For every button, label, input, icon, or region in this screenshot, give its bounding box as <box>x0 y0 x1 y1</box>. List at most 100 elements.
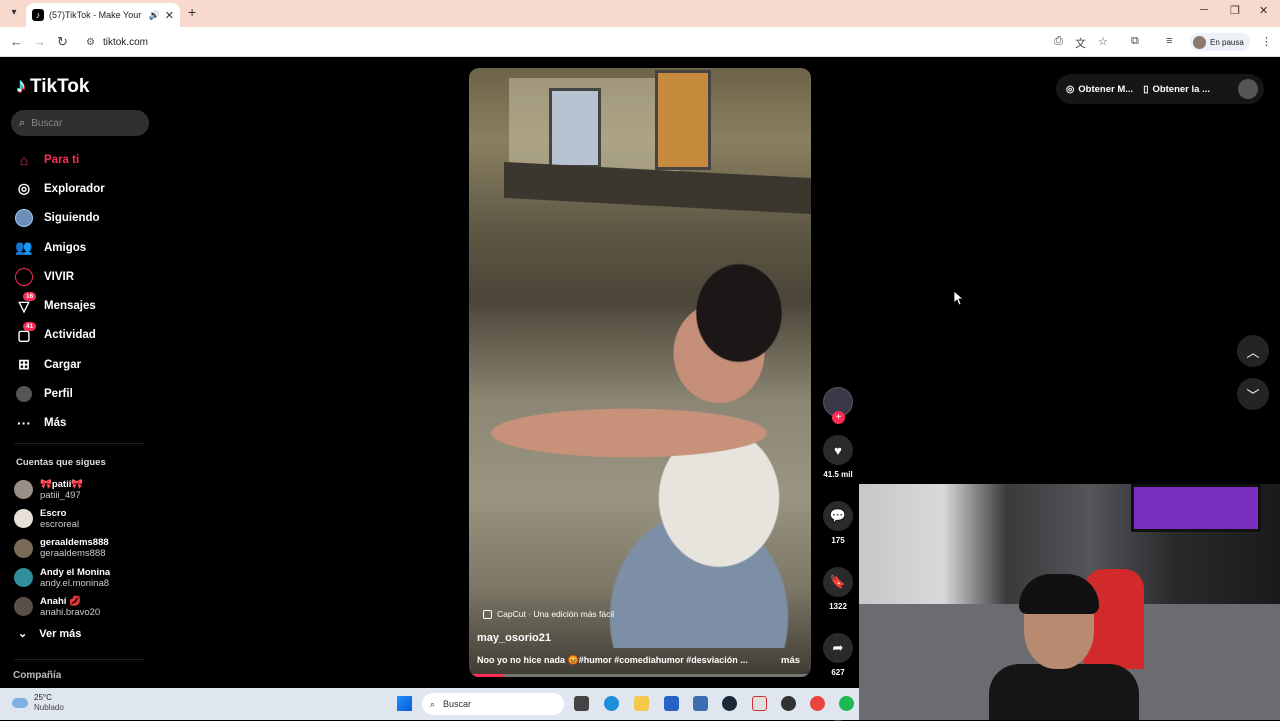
translate-icon[interactable]: 文 <box>1075 35 1086 51</box>
webcam-tv <box>1131 484 1261 532</box>
account-item[interactable]: Escro escroreal <box>14 504 110 533</box>
account-name: geraaldems888 <box>40 537 109 549</box>
logo-text: TikTok <box>30 75 90 97</box>
extensions-icon[interactable]: ⧉ <box>1131 35 1139 48</box>
nav-item-activity[interactable]: ▢ 41 Actividad <box>14 321 105 350</box>
tiktok-logo[interactable]: ♪ TikTok <box>16 75 89 98</box>
account-item[interactable]: Andy el Monina andy.el.monina8 <box>14 563 110 592</box>
browser-menu-icon[interactable]: ⋮ <box>1261 35 1272 48</box>
profile-avatar <box>1193 35 1206 49</box>
capcut-label: CapCut · Una edición más fácil <box>497 609 615 619</box>
avatar <box>14 568 33 588</box>
mouse-cursor-icon <box>954 291 964 305</box>
restore-icon[interactable]: ❐ <box>1230 4 1240 17</box>
back-icon[interactable]: ← <box>10 34 23 49</box>
see-more-button[interactable]: ⌄ Ver más <box>18 627 81 641</box>
account-handle: anahi.bravo20 <box>40 606 101 618</box>
like-button[interactable]: ♥ <box>823 435 853 465</box>
obs-icon[interactable] <box>781 696 796 711</box>
nav-item-for-you[interactable]: ⌂ Para ti <box>14 145 105 174</box>
forward-icon[interactable]: → <box>33 34 46 49</box>
nav-item-live[interactable]: VIVIR <box>14 262 105 291</box>
search-input[interactable] <box>31 117 132 129</box>
chevron-up-icon: ︿ <box>1246 344 1260 360</box>
comment-button[interactable]: 💬 <box>823 501 853 531</box>
share-icon: ➦ <box>832 640 844 655</box>
edge-icon[interactable] <box>604 696 619 711</box>
get-coins-button[interactable]: ◎ Obtener M... <box>1066 84 1133 95</box>
profile-button[interactable]: En pausa <box>1190 33 1250 51</box>
steam-icon[interactable] <box>722 696 737 711</box>
get-app-button[interactable]: ▯ Obtener la ... <box>1143 84 1210 95</box>
next-video-button[interactable]: ﹀ <box>1237 378 1269 410</box>
outlook-icon[interactable] <box>693 696 708 711</box>
install-app-icon[interactable]: ⎙ <box>1054 35 1063 48</box>
video-player[interactable]: CapCut · Una edición más fácil may_osori… <box>469 68 811 677</box>
heart-icon: ♥ <box>834 442 842 458</box>
company-link[interactable]: Compañía <box>13 670 61 681</box>
caption-more-button[interactable]: más <box>781 655 800 666</box>
video-progress-bar[interactable] <box>469 674 811 677</box>
nav-item-upload[interactable]: ⊞ Cargar <box>14 350 105 379</box>
minimize-icon[interactable]: ─ <box>1200 4 1208 16</box>
bookmark-star-icon[interactable]: ☆ <box>1098 35 1108 48</box>
get-app-label: Obtener la ... <box>1152 83 1210 95</box>
capcut-tag[interactable]: CapCut · Una edición más fácil <box>483 609 614 619</box>
account-name: Andy el Monina <box>40 566 111 578</box>
video-person <box>469 218 811 648</box>
video-username[interactable]: may_osorio21 <box>477 632 551 644</box>
nav-item-more[interactable]: ··· Más <box>14 409 105 438</box>
video-roof <box>504 161 811 215</box>
previous-video-button[interactable]: ︿ <box>1237 335 1269 367</box>
account-handle: geraaldems888 <box>40 548 106 560</box>
chrome-icon[interactable] <box>810 696 825 711</box>
webcam-overlay <box>859 484 1280 720</box>
share-button[interactable]: ➦ <box>823 633 853 663</box>
store-icon[interactable] <box>664 696 679 711</box>
account-item[interactable]: 🎀patii🎀 patiii_497 <box>14 475 110 504</box>
speaker-icon[interactable]: 🔊 <box>149 10 160 21</box>
taskbar-search[interactable]: ⌕ Buscar <box>422 693 564 715</box>
weather-widget[interactable]: 25°C Nublado <box>12 693 64 713</box>
site-info-icon[interactable]: ⚙ <box>86 37 95 48</box>
nav-label: Explorador <box>44 182 105 195</box>
live-icon <box>14 267 34 287</box>
save-button[interactable]: 🔖 <box>823 567 853 597</box>
avatar <box>14 480 33 500</box>
comment-count: 175 <box>831 536 845 545</box>
windows-start-icon[interactable] <box>397 696 412 711</box>
snipping-tool-icon[interactable] <box>752 696 767 711</box>
nav-item-profile[interactable]: Perfil <box>14 379 105 408</box>
nav-item-following[interactable]: Siguiendo <box>14 204 105 233</box>
creator-avatar[interactable]: + <box>823 387 853 424</box>
account-item[interactable]: Anahí 💋 anahi.bravo20 <box>14 592 110 621</box>
account-name: 🎀patii🎀 <box>40 478 84 490</box>
taskbar-search-placeholder: Buscar <box>443 699 472 709</box>
omnibox[interactable]: ⚙ tiktok.com <box>80 31 1110 53</box>
user-avatar[interactable] <box>1238 79 1258 99</box>
following-accounts-list: 🎀patii🎀 patiii_497 Escro escroreal geraald… <box>14 475 110 621</box>
reload-icon[interactable]: ↻ <box>57 34 68 50</box>
new-tab-button[interactable]: + <box>188 4 196 20</box>
tab-search-icon[interactable]: ▾ <box>6 5 22 21</box>
account-item[interactable]: geraaldems888 geraaldems888 <box>14 534 110 563</box>
search-box[interactable]: ⌕ <box>11 110 149 136</box>
home-icon: ⌂ <box>19 151 29 168</box>
video-actions: + ♥ 41.5 mil 💬 175 🔖 1322 ➦ 627 <box>818 387 858 721</box>
nav-label: VIVIR <box>44 270 75 283</box>
avatar <box>14 509 33 529</box>
file-explorer-icon[interactable] <box>634 696 649 711</box>
browser-tab[interactable]: ♪ (57)TikTok - Make Your Day 🔊 ✕ <box>26 3 180 27</box>
tab-close-icon[interactable]: ✕ <box>165 9 174 22</box>
media-control-icon[interactable]: ≡ <box>1166 35 1172 47</box>
window-close-icon[interactable]: ✕ <box>1259 4 1268 17</box>
spotify-icon[interactable] <box>839 696 854 711</box>
bookmark-icon: 🔖 <box>829 574 847 589</box>
follow-plus-icon[interactable]: + <box>832 411 845 424</box>
nav-item-explore[interactable]: ◎ Explorador <box>14 174 105 203</box>
cloud-icon <box>12 698 28 708</box>
nav-item-messages[interactable]: ▽ 16 Mensajes <box>14 291 105 320</box>
following-accounts-title: Cuentas que sigues <box>16 457 106 468</box>
nav-item-friends[interactable]: 👥 Amigos <box>14 233 105 262</box>
task-view-icon[interactable] <box>574 696 589 711</box>
